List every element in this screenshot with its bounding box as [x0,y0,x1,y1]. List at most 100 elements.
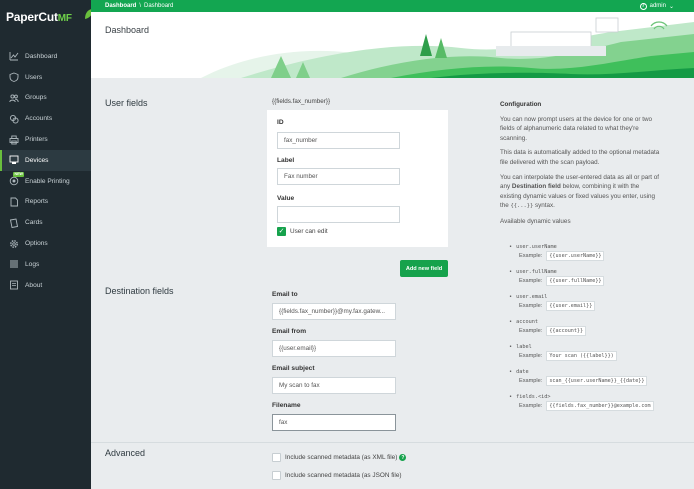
configuration-panel: Configuration You can now prompt users a… [500,100,660,232]
example-label: Example: [519,278,543,284]
page-title: Dashboard [105,25,150,35]
sidebar-item-reports[interactable]: Reports [0,192,91,213]
user-can-edit-checkbox[interactable]: ✓ [277,227,286,236]
shield-user-icon [8,72,19,83]
user-can-edit-label: User can edit [290,228,328,235]
list-item: fields.<id> Example:{{fields.fax_number}… [509,394,654,411]
device-icon [8,155,19,166]
sidebar-item-label: Reports [25,198,49,206]
config-paragraph-2: This data is automatically added to the … [500,149,660,166]
example-code: {{user.userName}} [546,251,605,261]
sidebar-item-dashboard[interactable]: Dashboard [0,46,91,67]
var-example: Example: {{account}} [519,326,587,336]
var-example: Example: {{fields.fax_number}}@example.co… [519,401,654,411]
sidebar-item-label: Devices [25,156,49,164]
chart-line-icon [8,51,19,62]
filename-label: Filename [272,402,301,409]
sidebar-item-accounts[interactable]: Accounts [0,108,91,129]
list-item: date Example:scan_{{user.userName}}_{{da… [509,369,648,386]
example-label: Example: [519,378,543,384]
list-icon [8,259,19,270]
logo-text: PaperCut [6,10,58,24]
sidebar-item-label: Groups [25,94,47,102]
sidebar-item-logs[interactable]: Logs [0,254,91,275]
config-paragraph-3: You can interpolate the user-entered dat… [500,173,660,212]
value-input[interactable] [277,206,400,223]
sidebar-item-enable-printing[interactable]: NEW Enable Printing [0,171,91,192]
var-name: fields.<id> [509,394,654,400]
list-item: user.userName Example:{{user.userName}} [509,244,605,261]
help-icon[interactable]: ? [639,2,647,10]
sidebar-item-cards[interactable]: Cards [0,212,91,233]
logo[interactable]: PaperCutMF [6,10,72,24]
var-example: Example: {{user.email}} [519,301,596,311]
config-text: syntax. [533,202,555,210]
gear-icon [8,238,19,249]
top-bar: Dashboard \ Dashboard ? admin ⌄ [91,0,694,12]
example-label: Example: [519,303,543,309]
var-name: account [509,319,586,325]
printer-icon [8,134,19,145]
email-from-input[interactable]: {{user.email}} [272,340,396,357]
id-label: ID [277,119,284,126]
sidebar-item-printers[interactable]: Printers [0,129,91,150]
sidebar-item-label: Cards [25,219,43,227]
list-item: account Example:{{account}} [509,319,587,336]
xml-metadata-label: Include scanned metadata (as XML file)? [285,454,407,462]
enable-printing-icon [8,176,19,187]
available-dynamic-values-label: Available dynamic values [500,217,571,225]
example-code: {{user.email}} [546,301,596,311]
value-label: Value [277,195,295,202]
sidebar-item-label: Logs [25,260,40,268]
sidebar-item-about[interactable]: About [0,275,91,296]
var-name: label [509,344,617,350]
sidebar-item-users[interactable]: Users [0,67,91,88]
example-code: {{fields.fax_number}}@example.com [546,401,654,411]
example-code: {{account}} [546,326,587,336]
json-metadata-label: Include scanned metadata (as JSON file) [285,472,402,479]
email-to-input[interactable]: {{fields.fax_number}}@my.fax.gatew... [272,303,396,320]
logo-suffix: MF [57,13,72,24]
label-input[interactable]: Fax number [277,168,400,185]
breadcrumb-dashboard[interactable]: Dashboard [105,3,136,9]
sidebar-item-options[interactable]: Options [0,233,91,254]
xml-metadata-checkbox[interactable] [272,453,281,462]
config-code: {{...}} [510,203,534,210]
config-paragraph-1: You can now prompt users at the device f… [500,115,653,142]
sidebar-item-label: Options [25,240,48,248]
new-badge: NEW [13,171,25,177]
add-new-field-button[interactable]: Add new field [400,260,448,277]
help-icon[interactable]: ? [399,454,407,461]
sidebar-item-label: Dashboard [25,52,58,60]
var-name: user.userName [509,244,604,250]
filename-input[interactable]: fax [272,414,396,431]
header-illustration [201,17,694,78]
users-icon [8,92,19,103]
sidebar-item-devices[interactable]: Devices [0,149,91,171]
json-metadata-checkbox[interactable] [272,471,281,480]
id-input[interactable]: fax_number [277,132,400,149]
user-name: admin [649,3,666,9]
sidebar-nav: Dashboard Users Groups Accounts Printers… [0,46,91,296]
sidebar-item-groups[interactable]: Groups [0,88,91,109]
example-label: Example: [519,253,543,259]
section-divider [91,442,694,443]
user-menu[interactable]: ? admin ⌄ [639,0,674,12]
email-subject-input[interactable]: My scan to fax [272,377,396,394]
breadcrumb-separator: \ [139,3,142,9]
main-content: User fields {{fields.fax_number}} ID fax… [91,78,694,489]
about-icon [8,280,19,291]
list-item: label Example:Your scan ({{label}}) [509,344,617,361]
section-title-user-fields: User fields [105,98,148,108]
example-code: {{user.fullName}} [546,276,605,286]
xml-metadata-text: Include scanned metadata (as XML file) [285,454,398,462]
label-label: Label [277,157,295,164]
email-from-label: Email from [272,328,307,335]
section-title-destination-fields: Destination fields [105,286,174,296]
example-code: Your scan ({{label}}) [546,351,617,361]
field-reference: {{fields.fax_number}} [272,98,331,105]
chevron-down-icon: ⌄ [668,3,674,10]
var-name: user.email [509,294,595,300]
example-code: scan_{{user.userName}}_{{date}} [546,376,648,386]
page-header: Dashboard [91,12,694,78]
